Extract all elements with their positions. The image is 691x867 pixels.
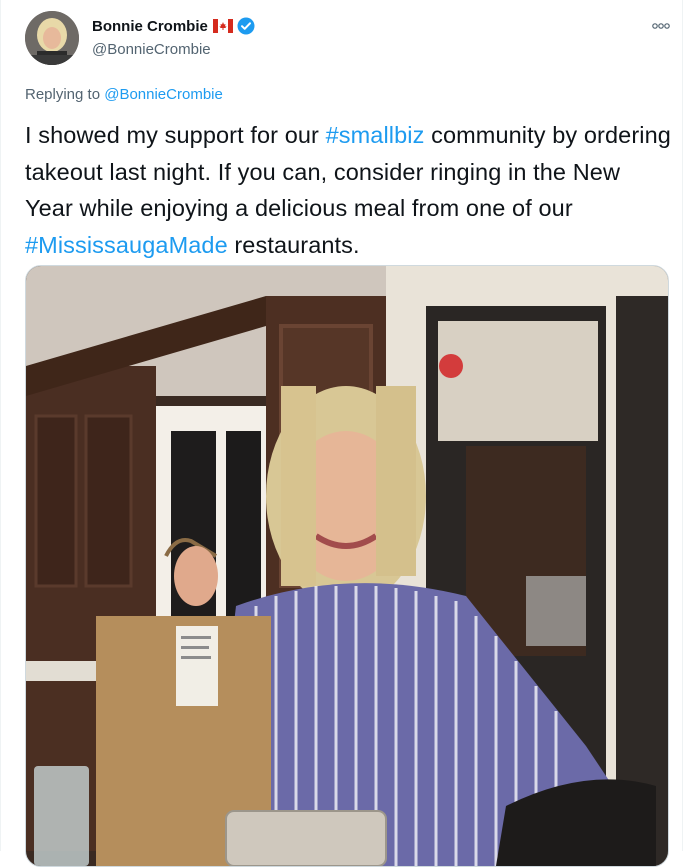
tweet-text: I showed my support for our #smallbiz co… <box>25 117 671 263</box>
avatar[interactable] <box>25 11 79 65</box>
hashtag-mississaugamade[interactable]: #MississaugaMade <box>25 232 228 258</box>
replying-to-label: Replying to <box>25 86 105 103</box>
tweet-text-part1: I showed my support for our <box>25 122 326 148</box>
reply-mention-link[interactable]: @BonnieCrombie <box>104 86 223 103</box>
display-name[interactable]: Bonnie Crombie <box>92 18 208 35</box>
right-border <box>682 0 683 851</box>
canada-flag-icon <box>212 19 233 33</box>
tweet-header: Bonnie Crombie @BonnieCrombie <box>25 11 671 67</box>
verified-badge-icon <box>237 17 255 35</box>
more-options-icon[interactable] <box>651 19 671 33</box>
hashtag-smallbiz[interactable]: #smallbiz <box>326 122 425 148</box>
replying-to: Replying to @BonnieCrombie <box>25 86 223 103</box>
user-handle[interactable]: @BonnieCrombie <box>92 41 211 58</box>
tweet-text-part3: restaurants. <box>227 231 360 258</box>
left-border <box>0 0 1 851</box>
tweet-photo[interactable] <box>25 265 669 867</box>
name-row: Bonnie Crombie <box>92 17 255 35</box>
